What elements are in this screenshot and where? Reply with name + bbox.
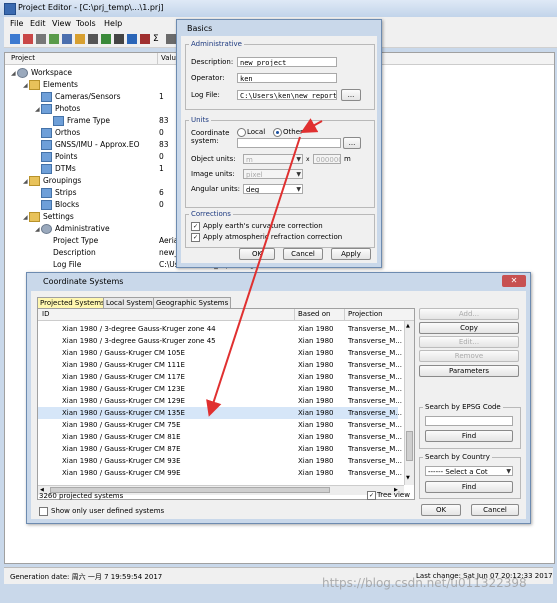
arrow-to-selected-system	[206, 136, 301, 417]
annotation-arrows	[206, 118, 323, 417]
arrow-to-other-radio	[300, 118, 323, 133]
